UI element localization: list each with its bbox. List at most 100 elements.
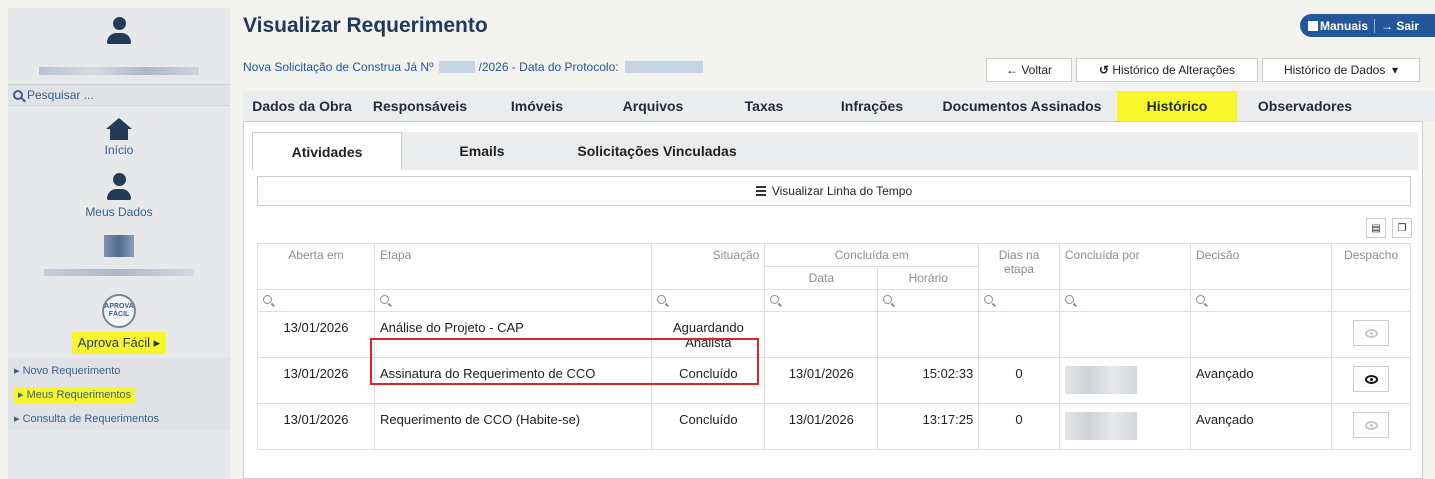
- column-chooser-icon[interactable]: ❐: [1392, 218, 1412, 238]
- search-icon: [883, 295, 893, 304]
- filter-status[interactable]: [651, 289, 766, 312]
- col-stage[interactable]: Etapa: [373, 243, 653, 290]
- col-date[interactable]: Data: [764, 266, 879, 290]
- search-icon: [13, 90, 23, 100]
- page-title: Visualizar Requerimento: [243, 14, 488, 37]
- sub-tabs: Atividades Emails Solicitações Vinculada…: [252, 132, 1418, 170]
- tab-observadores[interactable]: Observadores: [1237, 91, 1373, 121]
- sidebar-search[interactable]: Pesquisar ...: [8, 84, 230, 106]
- user-name-redacted: [39, 67, 199, 75]
- arrow-left-icon: ←: [1005, 63, 1018, 77]
- redacted-user: [1064, 412, 1137, 440]
- sidebar-item-home[interactable]: Início: [8, 118, 230, 157]
- col-opened[interactable]: Aberta em: [257, 243, 375, 290]
- sidebar-item-aprova-facil[interactable]: APROVA FÁCIL Aprova Fácil ▸: [8, 294, 230, 354]
- search-icon: [657, 295, 667, 304]
- filter-row: [257, 289, 1411, 312]
- search-placeholder: Pesquisar ...: [27, 88, 94, 102]
- filter-completed-by[interactable]: [1058, 289, 1192, 312]
- view-dispatch-button[interactable]: [1353, 366, 1390, 392]
- home-icon: [106, 118, 132, 140]
- top-actions: Manuais → Sair: [1300, 14, 1435, 37]
- aprova-facil-logo: APROVA FÁCIL: [102, 294, 136, 328]
- col-days[interactable]: Dias na etapa: [978, 243, 1060, 290]
- tab-historico[interactable]: Histórico: [1117, 91, 1237, 121]
- redacted-user: [1064, 366, 1137, 394]
- timeline-button[interactable]: Visualizar Linha do Tempo: [257, 176, 1411, 206]
- aprova-submenu: ▸ Novo Requerimento ▸ Meus Requerimentos…: [8, 358, 230, 430]
- table-row[interactable]: 13/01/2026 Requerimento de CCO (Habite-s…: [257, 403, 1411, 450]
- col-status[interactable]: Situação: [651, 243, 766, 290]
- tab-atividades[interactable]: Atividades: [252, 132, 402, 170]
- filter-opened[interactable]: [257, 289, 375, 312]
- aprova-facil-button[interactable]: Aprova Fácil ▸: [71, 332, 167, 354]
- sidebar-item-my-data[interactable]: Meus Dados: [8, 173, 230, 219]
- sidebar-item-label: Meus Dados: [85, 205, 153, 219]
- sidebar-item-redacted[interactable]: [8, 235, 230, 276]
- sidebar: Pesquisar ... Início Meus Dados APROVA F…: [8, 8, 230, 479]
- filter-days[interactable]: [978, 289, 1060, 312]
- user-profile[interactable]: [8, 8, 230, 84]
- redacted-label: [44, 269, 194, 276]
- view-dispatch-button[interactable]: [1353, 320, 1390, 346]
- search-icon: [263, 295, 272, 304]
- request-subtitle: Nova Solicitação de Construa Já Nº /2026…: [243, 60, 703, 74]
- activities-table: Aberta em Etapa Situação Concluída em Di…: [257, 243, 1411, 450]
- search-icon: [1064, 295, 1074, 304]
- search-icon: [380, 295, 389, 304]
- col-decision[interactable]: Decisão: [1189, 243, 1333, 290]
- chevron-right-icon: ▸: [153, 335, 161, 350]
- divider: [1374, 18, 1376, 33]
- col-completed-by[interactable]: Concluída por: [1058, 243, 1192, 290]
- tab-responsaveis[interactable]: Responsáveis: [361, 91, 479, 121]
- redacted-number: [439, 61, 476, 73]
- sidebar-item-label: Início: [104, 143, 134, 157]
- chevron-right-icon: ▸: [18, 389, 24, 401]
- exit-icon: →: [1381, 18, 1394, 33]
- eye-icon: [1364, 328, 1378, 338]
- tab-arquivos[interactable]: Arquivos: [595, 91, 711, 121]
- submenu-novo-requerimento[interactable]: ▸ Novo Requerimento: [8, 358, 230, 382]
- submenu-meus-requerimentos[interactable]: ▸ Meus Requerimentos: [8, 382, 230, 406]
- tab-imoveis[interactable]: Imóveis: [479, 91, 595, 121]
- view-dispatch-button[interactable]: [1353, 412, 1390, 438]
- main-tabs: Dados da Obra Responsáveis Imóveis Arqui…: [243, 91, 1435, 121]
- tab-emails[interactable]: Emails: [402, 132, 562, 170]
- chevron-right-icon: ▸: [14, 413, 20, 425]
- eye-icon: [1364, 420, 1378, 430]
- filter-decision[interactable]: [1189, 289, 1333, 312]
- tab-dados-obra[interactable]: Dados da Obra: [243, 91, 361, 121]
- col-time[interactable]: Horário: [877, 266, 980, 290]
- redacted-icon: [104, 235, 134, 257]
- submenu-consulta-requerimentos[interactable]: ▸ Consulta de Requerimentos: [8, 406, 230, 430]
- history-changes-button[interactable]: ↺ Histórico de Alterações: [1076, 58, 1258, 82]
- redacted-date: [624, 61, 703, 73]
- back-button[interactable]: ← Voltar: [986, 58, 1072, 82]
- eye-icon: [1364, 374, 1378, 384]
- col-completed: Concluída em: [764, 243, 980, 267]
- filter-stage[interactable]: [373, 289, 653, 312]
- history-icon: ↺: [1098, 63, 1109, 77]
- table-row[interactable]: 13/01/2026 Análise do Projeto - CAP Agua…: [257, 311, 1411, 358]
- search-icon: [770, 295, 780, 304]
- tab-solicitacoes-vinculadas[interactable]: Solicitações Vinculadas: [562, 132, 752, 170]
- book-icon: [1308, 20, 1318, 31]
- col-dispatch: Despacho: [1331, 243, 1411, 290]
- history-panel: Atividades Emails Solicitações Vinculada…: [243, 121, 1423, 479]
- tab-infracoes[interactable]: Infrações: [817, 91, 927, 121]
- timeline-icon: [755, 186, 766, 196]
- search-icon: [984, 295, 994, 304]
- filter-date[interactable]: [764, 289, 879, 312]
- exit-button[interactable]: → Sair: [1381, 19, 1419, 33]
- table-row[interactable]: 13/01/2026 Assinatura do Requerimento de…: [257, 357, 1411, 404]
- user-icon: [106, 17, 132, 47]
- tab-taxas[interactable]: Taxas: [711, 91, 817, 121]
- chevron-down-icon: ▾: [1392, 63, 1399, 77]
- chevron-right-icon: ▸: [14, 365, 20, 377]
- export-excel-icon[interactable]: ▤: [1366, 218, 1386, 238]
- user-icon: [106, 173, 132, 203]
- history-data-dropdown[interactable]: Histórico de Dados ▾: [1262, 58, 1420, 82]
- manuals-button[interactable]: Manuais: [1308, 19, 1368, 33]
- filter-time[interactable]: [877, 289, 980, 312]
- tab-documentos-assinados[interactable]: Documentos Assinados: [927, 91, 1117, 121]
